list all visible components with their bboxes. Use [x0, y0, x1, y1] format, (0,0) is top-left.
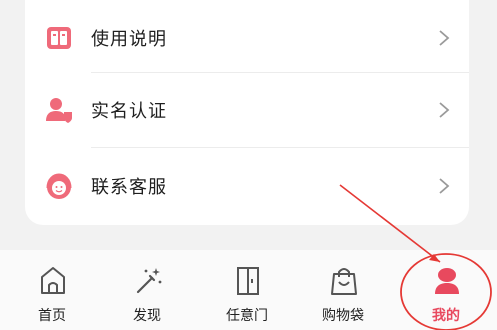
chevron-right-icon	[439, 29, 450, 46]
tab-label: 购物袋	[322, 308, 364, 324]
menu-item-label: 联系客服	[91, 176, 167, 198]
door-icon	[237, 267, 259, 295]
menu-item-label: 实名认证	[91, 100, 167, 122]
chevron-right-icon	[439, 177, 450, 194]
tab-label: 首页	[38, 308, 66, 324]
menu-item-instructions[interactable]: 使用说明	[25, 0, 469, 75]
bottom-tab-bar: 首页 发现 任意门 购物袋 我的	[0, 250, 497, 330]
tab-home[interactable]: 首页	[12, 250, 92, 330]
tab-anywhere-door[interactable]: 任意门	[207, 250, 287, 330]
tab-discover[interactable]: 发现	[107, 250, 187, 330]
magic-wand-icon	[136, 268, 162, 294]
menu-item-contact-support[interactable]: 联系客服	[25, 148, 469, 223]
menu-item-label: 使用说明	[91, 28, 167, 50]
user-verify-icon	[46, 97, 72, 123]
customer-service-icon	[46, 172, 72, 199]
tab-shopping-bag[interactable]: 购物袋	[303, 250, 383, 330]
home-icon	[41, 267, 65, 294]
tab-label: 发现	[133, 308, 161, 324]
book-icon	[47, 26, 71, 49]
settings-menu-card: 使用说明 实名认证 联系客服	[25, 0, 469, 225]
menu-item-real-name-verification[interactable]: 实名认证	[25, 72, 469, 147]
tab-label: 我的	[432, 308, 460, 324]
tab-mine[interactable]: 我的	[406, 250, 486, 330]
profile-icon	[435, 268, 459, 294]
shopping-bag-icon	[331, 268, 357, 295]
chevron-right-icon	[439, 101, 450, 118]
tab-label: 任意门	[226, 308, 268, 324]
